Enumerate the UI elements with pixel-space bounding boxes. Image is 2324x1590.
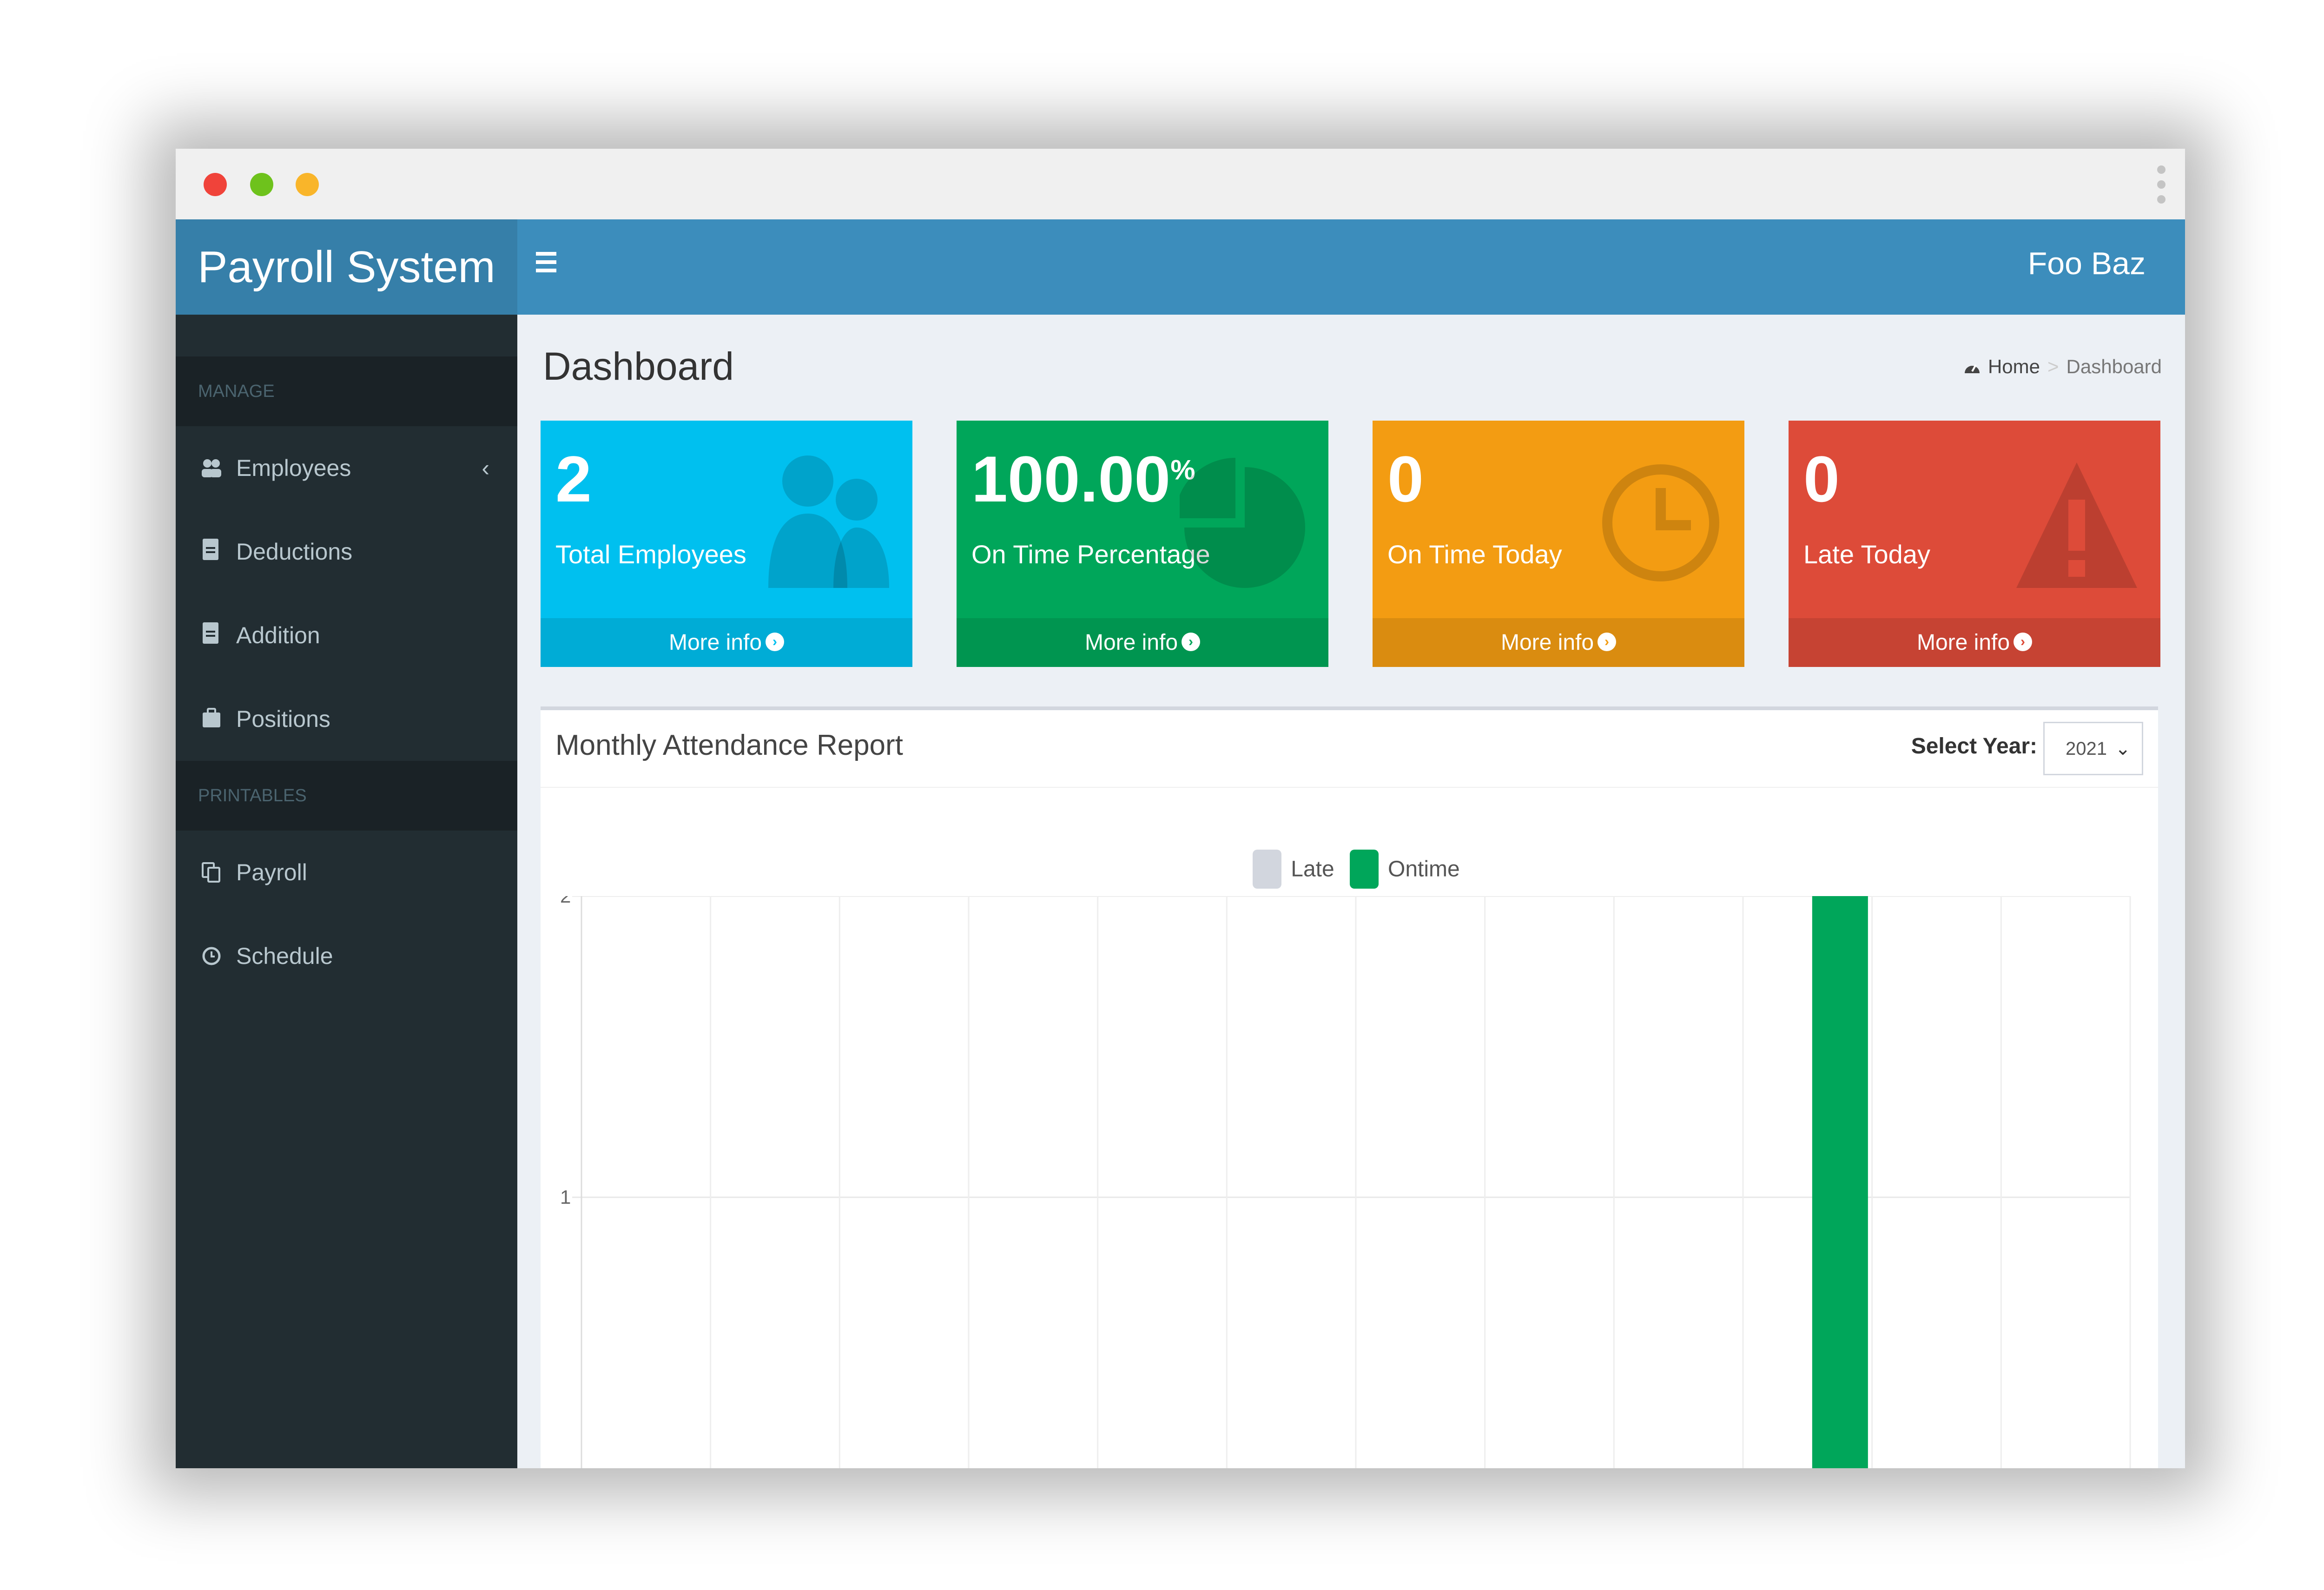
sidebar-item-label: Payroll (236, 859, 307, 885)
chevron-left-icon[interactable]: ‹ (482, 426, 489, 510)
select-year-label: Select Year: (1911, 734, 2037, 759)
more-info-link[interactable]: More info › (1789, 618, 2160, 667)
sidebar-item-label: Positions (236, 706, 330, 732)
sidebar-item-deductions[interactable]: Deductions (176, 510, 517, 594)
stat-box-late-today: 0 Late Today More info › (1789, 421, 2160, 667)
warning-icon (2016, 462, 2137, 588)
minimize-window-button[interactable] (296, 173, 319, 196)
sidebar-item-payroll[interactable]: Payroll (176, 831, 517, 914)
sidebar-item-label: Addition (236, 622, 320, 648)
chart-legend: Late Ontime (541, 850, 2158, 889)
close-window-button[interactable] (204, 173, 227, 196)
arrow-circle-right-icon: › (1598, 633, 1617, 652)
sidebar-item-label: Deductions (236, 539, 353, 565)
clock-icon (1602, 464, 1719, 581)
file-icon (203, 539, 218, 560)
sidebar-item-schedule[interactable]: Schedule (176, 914, 517, 998)
y-tick-label: 2 (560, 896, 571, 907)
attendance-bar-chart: 12 (560, 896, 2131, 1468)
page-title: Dashboard (543, 344, 734, 388)
arrow-circle-right-icon: › (1182, 633, 1201, 652)
stat-value: 0 (1803, 442, 1840, 515)
sidebar-item-positions[interactable]: Positions (176, 677, 517, 761)
stat-label: Late Today (1803, 540, 1930, 569)
breadcrumb-current: Dashboard (2066, 356, 2162, 377)
year-select[interactable]: 2021 ⌄ (2043, 722, 2143, 775)
pie-chart-icon (1180, 458, 1305, 588)
sidebar-item-addition[interactable]: Addition (176, 594, 517, 677)
bar-ontime[interactable] (1812, 896, 1868, 1468)
stat-value: 0 (1387, 442, 1424, 515)
sidebar-toggle-icon[interactable] (536, 252, 556, 280)
stat-label: On Time Percentage (971, 540, 1210, 569)
legend-label-ontime[interactable]: Ontime (1388, 857, 1460, 882)
breadcrumb-home-link[interactable]: Home (1988, 356, 2040, 377)
y-tick-label: 1 (560, 1186, 571, 1208)
maximize-window-button[interactable] (250, 173, 273, 196)
chevron-down-icon: ⌄ (2115, 739, 2131, 759)
stat-label: On Time Today (1387, 540, 1562, 569)
sidebar-item-label: Schedule (236, 943, 333, 969)
more-info-link[interactable]: More info › (1373, 618, 1744, 667)
top-navbar: Payroll System Foo Baz (176, 219, 2185, 315)
stat-value: 100.00% (971, 442, 1195, 515)
arrow-circle-right-icon: › (766, 633, 785, 652)
stat-value: 2 (555, 442, 592, 515)
legend-swatch-ontime[interactable] (1350, 850, 1379, 889)
more-info-link[interactable]: More info › (541, 618, 912, 667)
more-info-link[interactable]: More info › (957, 618, 1328, 667)
sidebar: MANAGE Employees ‹ Deductions Addition P… (176, 315, 517, 1468)
report-title: Monthly Attendance Report (555, 729, 903, 761)
file-icon (203, 622, 218, 644)
browser-window: Payroll System Foo Baz MANAGE Employees … (176, 149, 2185, 1468)
stat-box-total-employees: 2 Total Employees More info › (541, 421, 912, 667)
clock-icon (200, 914, 223, 1032)
sidebar-item-label: Employees (236, 455, 351, 481)
arrow-circle-right-icon: › (2014, 633, 2033, 652)
legend-label-late[interactable]: Late (1291, 857, 1334, 882)
user-menu[interactable]: Foo Baz (2028, 219, 2146, 308)
panel-divider (541, 787, 2158, 788)
window-titlebar (176, 149, 2185, 220)
stat-label: Total Employees (555, 540, 746, 569)
attendance-report-panel: Monthly Attendance Report Select Year: 2… (541, 706, 2158, 1468)
stat-box-on-time-percentage: 100.00% On Time Percentage More info › (957, 421, 1328, 667)
legend-swatch-late[interactable] (1253, 850, 1282, 889)
sidebar-header-printables: PRINTABLES (176, 761, 517, 831)
users-icon (768, 455, 889, 588)
sidebar-item-employees[interactable]: Employees ‹ (176, 426, 517, 510)
dashboard-icon (1964, 364, 1980, 373)
stat-box-on-time-today: 0 On Time Today More info › (1373, 421, 1744, 667)
breadcrumb: Home > Dashboard (1963, 356, 2162, 378)
app-logo[interactable]: Payroll System (176, 219, 517, 315)
more-options-icon[interactable] (2157, 165, 2166, 207)
sidebar-header-manage: MANAGE (176, 356, 517, 426)
